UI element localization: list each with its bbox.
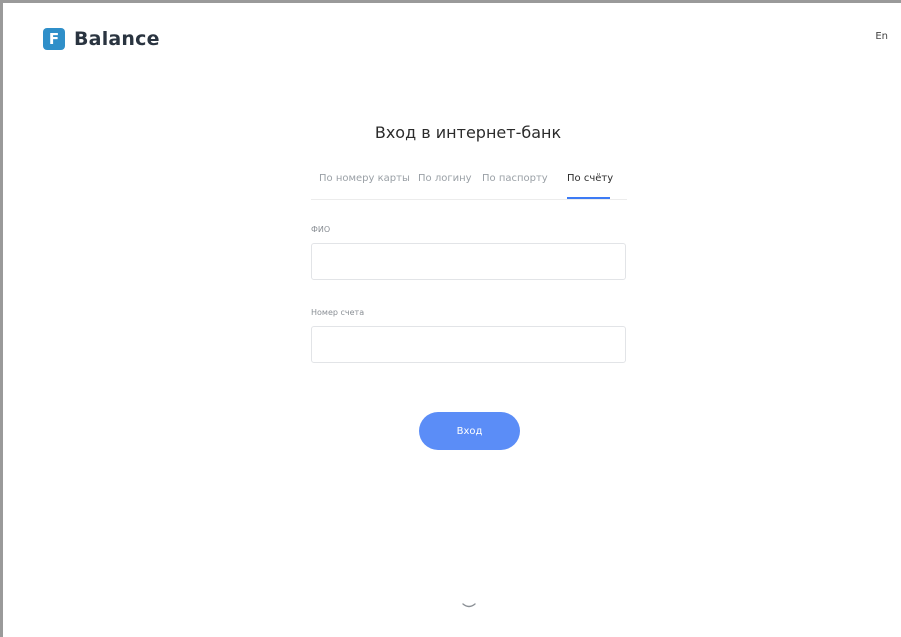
tab-card-number[interactable]: По номеру карты <box>319 173 410 184</box>
tab-login[interactable]: По логину <box>418 173 472 184</box>
account-number-field[interactable] <box>311 326 626 363</box>
full-name-field[interactable] <box>311 243 626 280</box>
full-name-label: ФИО <box>311 225 331 234</box>
login-method-tabs: По номеру карты По логину По паспорту По… <box>311 166 627 200</box>
tab-account[interactable]: По счёту <box>567 173 613 184</box>
language-switch[interactable]: En <box>875 31 888 42</box>
page-title: Вход в интернет-банк <box>374 123 562 142</box>
tab-passport[interactable]: По паспорту <box>482 173 548 184</box>
page-frame: F Balance En Вход в интернет-банк По ном… <box>0 0 901 637</box>
brand-name: Balance <box>74 28 160 50</box>
logo-letter: F <box>48 29 60 48</box>
brand-logo[interactable]: F Balance <box>43 28 160 50</box>
active-tab-indicator <box>567 197 610 199</box>
chevron-down-icon[interactable] <box>461 601 477 611</box>
account-number-label: Номер счета <box>311 308 365 317</box>
logo-icon: F <box>43 28 65 50</box>
login-button[interactable]: Вход <box>419 412 520 450</box>
